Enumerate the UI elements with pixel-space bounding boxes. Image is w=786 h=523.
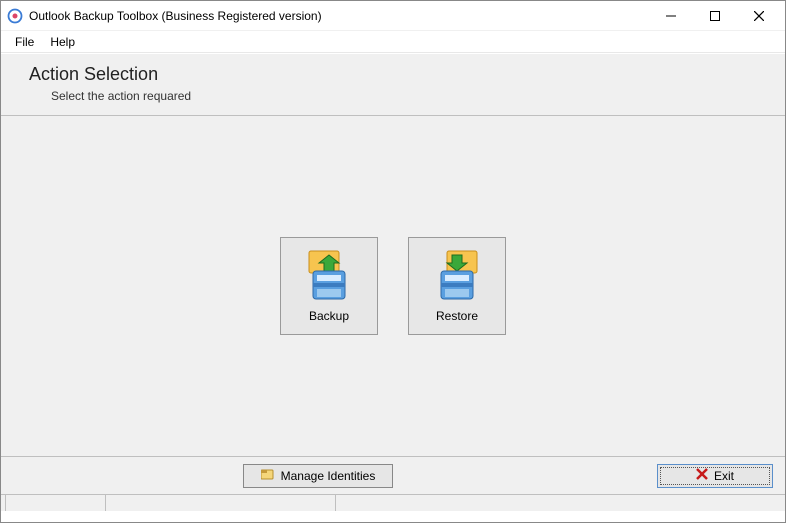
restore-button[interactable]: Restore	[408, 237, 506, 335]
backup-icon	[301, 249, 357, 305]
restore-label: Restore	[436, 309, 478, 323]
exit-label: Exit	[714, 469, 734, 483]
menu-file[interactable]: File	[7, 33, 42, 51]
statusbar	[1, 494, 785, 511]
backup-button[interactable]: Backup	[280, 237, 378, 335]
main-area: Backup Restore	[1, 116, 785, 456]
maximize-button[interactable]	[693, 2, 737, 30]
manage-identities-button[interactable]: Manage Identities	[243, 464, 393, 488]
restore-icon	[429, 249, 485, 305]
page-subtitle: Select the action requared	[51, 89, 767, 103]
exit-button[interactable]: Exit	[657, 464, 773, 488]
titlebar: Outlook Backup Toolbox (Business Registe…	[1, 1, 785, 31]
page-title: Action Selection	[29, 64, 767, 85]
app-icon	[7, 8, 23, 24]
menubar: File Help	[1, 31, 785, 53]
close-icon	[696, 468, 708, 483]
close-button[interactable]	[737, 2, 781, 30]
minimize-button[interactable]	[649, 2, 693, 30]
footer: Manage Identities Exit	[1, 456, 785, 494]
window-controls	[649, 2, 781, 30]
manage-identities-label: Manage Identities	[281, 469, 376, 483]
menu-help[interactable]: Help	[42, 33, 83, 51]
window-title: Outlook Backup Toolbox (Business Registe…	[29, 9, 649, 23]
backup-label: Backup	[309, 309, 349, 323]
identities-icon	[261, 468, 275, 483]
page-header: Action Selection Select the action requa…	[1, 53, 785, 116]
